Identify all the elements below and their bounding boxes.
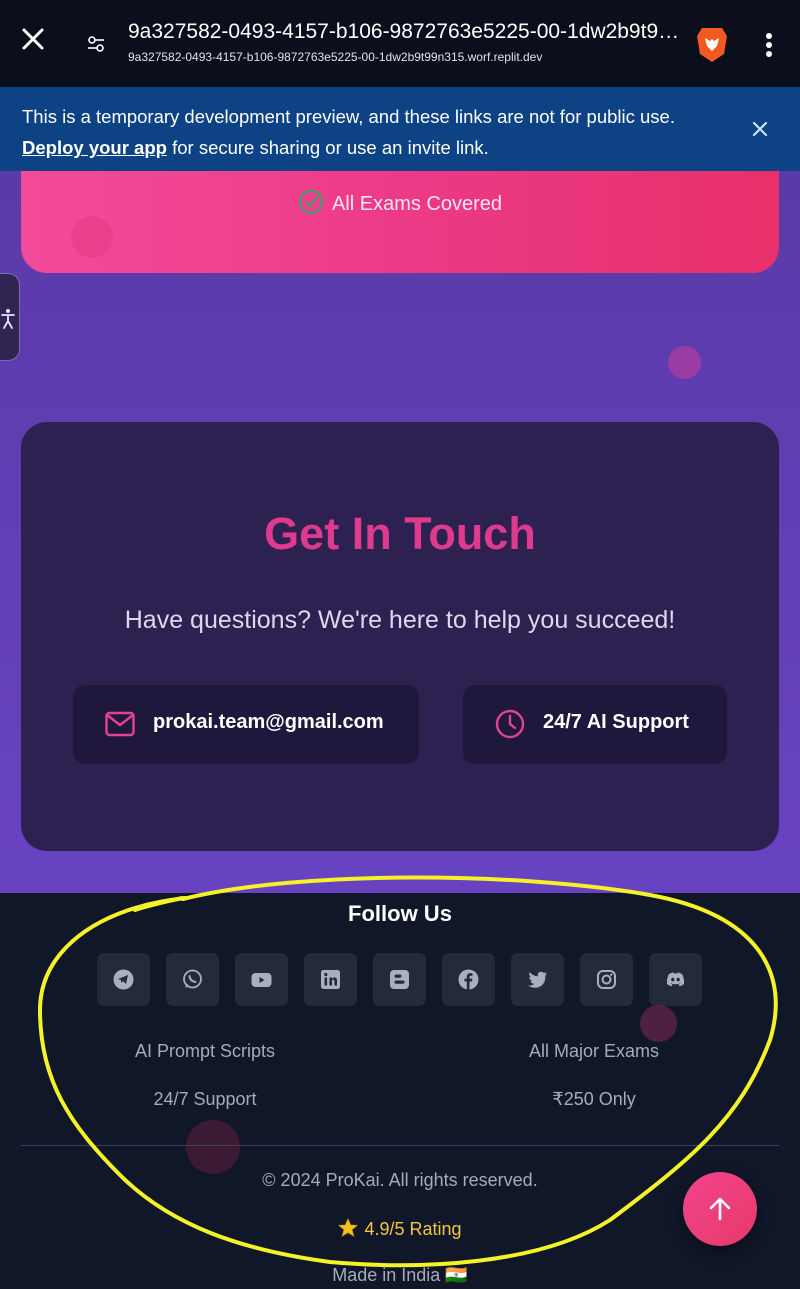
feature-all-major-exams: All Major Exams — [528, 1041, 660, 1061]
email-contact-button[interactable]: prokai.team@gmail.com — [73, 685, 419, 764]
feature-support: 24/7 Support — [153, 1089, 257, 1109]
arrow-up-icon — [709, 1197, 731, 1221]
decorative-bubble — [640, 1005, 677, 1042]
star-icon — [338, 1217, 359, 1243]
instagram-button[interactable] — [580, 953, 633, 1006]
feature-card: All Exams Covered — [21, 171, 779, 273]
blogger-icon — [390, 970, 409, 989]
blogger-button[interactable] — [373, 953, 426, 1006]
check-circle-icon — [298, 189, 324, 215]
page-title[interactable]: 9a327582-0493-4157-b106-9872763e5225-00-… — [128, 20, 684, 44]
contact-subtitle: Have questions? We're here to help you s… — [124, 606, 676, 634]
site-settings-icon[interactable] — [84, 32, 108, 56]
accessibility-icon — [1, 309, 15, 329]
decorative-bubble — [71, 216, 113, 258]
whatsapp-button[interactable] — [166, 953, 219, 1006]
rating-badge: 4.9/5 Rating — [0, 1217, 800, 1243]
youtube-icon — [251, 973, 272, 987]
close-banner-icon[interactable] — [748, 117, 772, 141]
whatsapp-icon — [183, 969, 202, 989]
close-icon[interactable] — [18, 24, 48, 54]
contact-card: Get In Touch Have questions? We're here … — [21, 422, 779, 851]
more-vertical-icon[interactable] — [758, 30, 780, 60]
footer-divider — [21, 1145, 779, 1146]
discord-icon — [666, 972, 685, 987]
feature-label: All Exams Covered — [331, 193, 503, 215]
feature-item: All Exams Covered — [21, 189, 779, 216]
telegram-icon — [113, 969, 134, 990]
feature-ai-prompt-scripts: AI Prompt Scripts — [134, 1041, 276, 1061]
youtube-button[interactable] — [235, 953, 288, 1006]
twitter-icon — [528, 971, 547, 988]
clock-icon — [495, 709, 525, 739]
telegram-button[interactable] — [97, 953, 150, 1006]
banner-text: This is a temporary development preview,… — [22, 106, 675, 127]
facebook-button[interactable] — [442, 953, 495, 1006]
feature-price: ₹250 Only — [552, 1089, 636, 1109]
support-label: 24/7 AI Support — [543, 711, 689, 733]
deploy-link[interactable]: Deploy your app — [22, 137, 167, 158]
footer: Follow Us AI Prompt Scripts All Major Ex… — [0, 893, 800, 1289]
contact-title: Get In Touch — [264, 508, 536, 559]
twitter-button[interactable] — [511, 953, 564, 1006]
facebook-icon — [458, 969, 479, 990]
copyright-text: © 2024 ProKai. All rights reserved. — [262, 1170, 538, 1190]
content-section: All Exams Covered Get In Touch Have ques… — [0, 171, 800, 893]
decorative-bubble — [668, 346, 701, 379]
decorative-bubble — [186, 1120, 240, 1174]
rating-text: 4.9/5 Rating — [364, 1219, 462, 1239]
email-address: prokai.team@gmail.com — [153, 711, 384, 733]
discord-button[interactable] — [649, 953, 702, 1006]
scroll-to-top-button[interactable] — [683, 1172, 757, 1246]
follow-us-title: Follow Us — [348, 901, 452, 926]
page-url[interactable]: 9a327582-0493-4157-b106-9872763e5225-00-… — [128, 50, 542, 64]
support-contact-button[interactable]: 24/7 AI Support — [463, 685, 727, 764]
banner-message: This is a temporary development preview,… — [22, 101, 722, 163]
social-links — [97, 953, 705, 1006]
instagram-icon — [597, 970, 616, 989]
linkedin-icon — [321, 970, 340, 989]
dev-preview-banner: This is a temporary development preview,… — [0, 87, 800, 171]
brave-lion-icon[interactable] — [694, 24, 730, 64]
accessibility-toggle[interactable] — [0, 273, 20, 361]
mail-icon — [105, 711, 135, 737]
linkedin-button[interactable] — [304, 953, 357, 1006]
made-in-india: Made in India 🇮🇳 — [332, 1265, 468, 1285]
banner-text-tail: for secure sharing or use an invite link… — [166, 137, 489, 158]
browser-toolbar: 9a327582-0493-4157-b106-9872763e5225-00-… — [0, 0, 800, 87]
